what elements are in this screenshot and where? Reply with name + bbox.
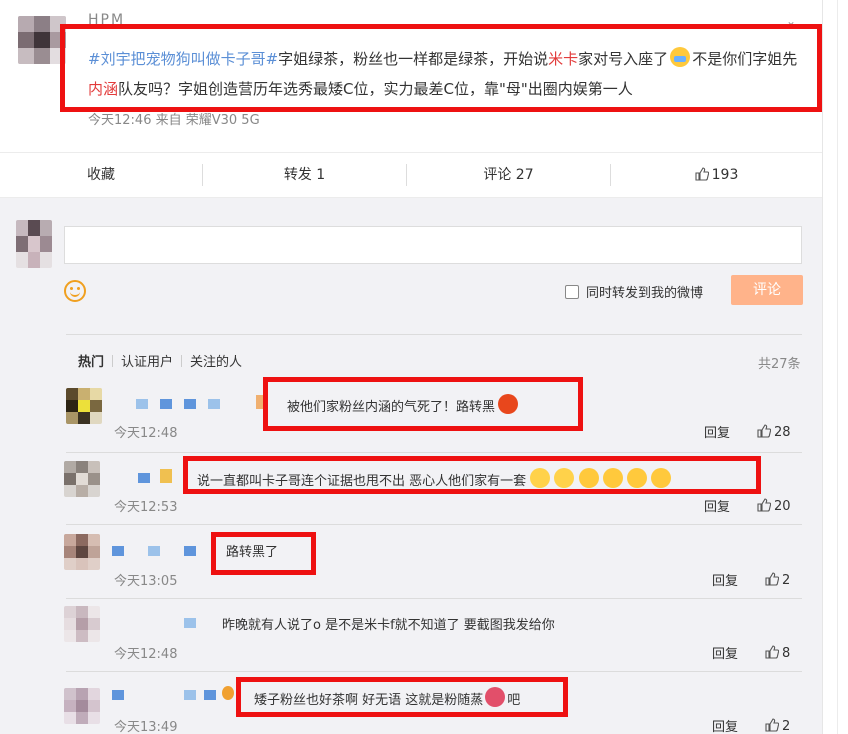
comment-filter-tabs: 热门 认证用户 关注的人	[78, 351, 242, 370]
reply-button[interactable]: 回复	[704, 496, 730, 515]
weibo-post: HPM ⌄ #刘宇把宠物狗叫做卡子哥#字姐绿茶，粉丝也一样都是绿茶，开始说米卡家…	[0, 0, 822, 152]
thumbs-up-icon	[765, 572, 779, 586]
chevron-down-icon[interactable]: ⌄	[786, 14, 796, 28]
favorite-button[interactable]: 收藏	[0, 153, 202, 197]
reply-button[interactable]: 回复	[712, 643, 738, 662]
sleepy-emoji-icon	[530, 468, 551, 488]
commenter-name[interactable]	[112, 618, 202, 628]
thumbs-up-icon	[765, 645, 779, 659]
reply-button[interactable]: 回复	[704, 422, 730, 441]
reply-button[interactable]: 回复	[712, 716, 738, 734]
commenter-avatar[interactable]	[66, 388, 102, 424]
devil-emoji-icon	[485, 687, 506, 707]
comment-like-button[interactable]: 2	[765, 572, 790, 588]
submit-comment-button[interactable]: 评论	[731, 275, 803, 305]
crying-emoji-icon	[602, 468, 623, 488]
comment-like-button[interactable]: 20	[757, 498, 791, 514]
comment-button[interactable]: 评论 27	[407, 153, 610, 197]
sync-label[interactable]: 同时转发到我的微博	[586, 282, 703, 301]
comment-time: 今天13:05	[114, 574, 178, 589]
comment-count: 共27条	[758, 357, 801, 372]
action-bar: 收藏 转发 1 评论 27 193	[0, 152, 822, 198]
crying-emoji-icon	[578, 468, 599, 488]
comment-text: 说一直都叫卡子哥连个证据也甩不出 恶心人他们家有一套	[197, 468, 671, 489]
like-button[interactable]: 193	[611, 153, 822, 197]
comment-text: 路转黑了	[226, 545, 279, 560]
comment-text: 被他们家粉丝内涵的气死了！路转黑	[287, 394, 519, 415]
post-meta: 今天12:46 来自 荣耀V30 5G	[88, 113, 260, 128]
tab-verified[interactable]: 认证用户	[121, 351, 173, 370]
comment-like-button[interactable]: 8	[765, 645, 790, 661]
scrollbar-track[interactable]	[822, 0, 848, 734]
post-body: #刘宇把宠物狗叫做卡子哥#字姐绿茶，粉丝也一样都是绿茶，开始说米卡家对号入座了不…	[88, 44, 808, 104]
comment-text: 矮子粉丝也好茶啊 好无语 这就是粉随蒸吧	[254, 687, 520, 708]
crying-emoji-icon	[626, 468, 647, 488]
comment-time: 今天12:48	[114, 426, 178, 441]
comment-time: 今天13:49	[114, 720, 178, 734]
keyword-link[interactable]: 米卡	[548, 50, 578, 68]
commenter-name[interactable]	[112, 546, 212, 556]
reply-button[interactable]: 回复	[712, 570, 738, 589]
commenter-name[interactable]	[112, 395, 266, 409]
comment-section: 同时转发到我的微博 评论 热门 认证用户 关注的人 共27条 被他们家粉丝内涵的气死…	[0, 198, 822, 734]
thumbs-up-icon	[695, 167, 709, 181]
thumbs-up-icon	[765, 718, 779, 732]
comment-time: 今天12:53	[114, 500, 178, 515]
thumbs-up-icon	[757, 498, 771, 512]
my-avatar[interactable]	[16, 220, 52, 268]
commenter-avatar[interactable]	[64, 461, 100, 497]
comment-like-button[interactable]: 28	[757, 424, 791, 440]
divider	[66, 598, 802, 599]
crying-emoji-icon	[670, 47, 691, 67]
divider	[66, 671, 802, 672]
topic-link[interactable]: #刘宇把宠物狗叫做卡子哥#	[88, 50, 278, 68]
comment-like-button[interactable]: 2	[765, 718, 790, 734]
author-name[interactable]: HPM	[88, 12, 125, 28]
divider	[66, 452, 802, 453]
commenter-avatar[interactable]	[64, 534, 100, 570]
author-avatar[interactable]	[18, 16, 66, 64]
repost-button[interactable]: 转发 1	[203, 153, 406, 197]
commenter-avatar[interactable]	[64, 688, 100, 724]
commenter-avatar[interactable]	[64, 606, 100, 642]
emoji-icon[interactable]	[64, 280, 86, 302]
thumbs-up-icon	[757, 424, 771, 438]
tab-hot[interactable]: 热门	[78, 351, 104, 370]
commenter-name[interactable]	[112, 469, 182, 483]
sleepy-emoji-icon	[554, 468, 575, 488]
angry-emoji-icon	[498, 394, 519, 414]
divider	[66, 334, 802, 335]
crying-emoji-icon	[650, 468, 671, 488]
divider	[66, 524, 802, 525]
tab-following[interactable]: 关注的人	[190, 351, 242, 370]
commenter-name[interactable]	[112, 686, 234, 700]
sync-checkbox[interactable]	[565, 285, 579, 299]
keyword-link[interactable]: 内涵	[88, 80, 118, 98]
comment-input[interactable]	[64, 226, 802, 264]
comment-time: 今天12:48	[114, 647, 178, 662]
comment-text: 昨晚就有人说了o 是不是米卡f就不知道了 要截图我发给你	[222, 618, 555, 633]
